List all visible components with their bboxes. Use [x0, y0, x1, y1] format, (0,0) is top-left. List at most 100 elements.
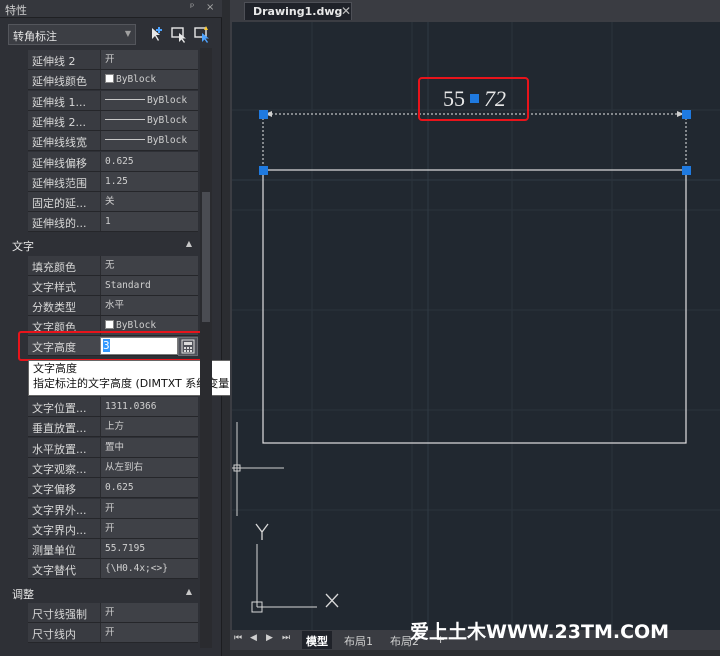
property-value[interactable]: ByBlock [100, 110, 198, 130]
grip-text[interactable] [470, 94, 479, 103]
grip-origin-left[interactable] [259, 166, 268, 175]
property-value[interactable]: ByBlock [100, 131, 198, 151]
property-value[interactable]: 0.625 [100, 478, 198, 498]
object-type-dropdown[interactable]: 转角标注 ▼ [8, 24, 136, 45]
property-row[interactable]: 文字界外... 开 [28, 498, 198, 519]
linetype-sample [105, 118, 145, 120]
property-row[interactable]: 延伸线范围 1.25 [28, 171, 198, 192]
property-key: 延伸线的... [32, 217, 87, 231]
grips[interactable] [259, 94, 691, 175]
select-objects-button[interactable] [169, 24, 189, 44]
color-swatch [105, 74, 114, 84]
properties-panel: 特性 ᵖ × 转角标注 ▼ 延伸线 2 开延伸线颜色 ByBlock 延伸线 1...… [0, 0, 250, 656]
property-row[interactable]: 延伸线颜色 ByBlock [28, 70, 198, 91]
property-row[interactable]: 分数类型 水平 [28, 296, 198, 316]
section-header-adjust[interactable]: 调整 ▲ [6, 584, 200, 602]
property-row[interactable]: 延伸线 2 开 [28, 50, 198, 70]
property-row[interactable]: 延伸线 1... ByBlock [28, 90, 198, 111]
property-value[interactable]: 1311.0366 [100, 397, 198, 416]
property-row[interactable]: 尺寸线强制 开 [28, 603, 198, 623]
property-row[interactable]: 填充颜色 无 [28, 256, 198, 276]
property-value[interactable]: {\H0.4x;<>} [100, 559, 198, 579]
property-row[interactable]: 文字样式 Standard [28, 276, 198, 296]
property-value[interactable]: 开 [100, 50, 198, 69]
property-value[interactable]: 置中 [100, 437, 198, 457]
panel-title: 特性 [5, 4, 27, 17]
property-value[interactable]: ByBlock [100, 90, 198, 110]
scrollbar-thumb[interactable] [202, 192, 210, 322]
property-row[interactable]: 尺寸线内 开 [28, 623, 198, 643]
tab-drawing1[interactable]: Drawing1.dwg ✕ [244, 2, 352, 20]
grip-dimline-left[interactable] [259, 110, 268, 119]
property-row[interactable]: 文字界内... 开 [28, 518, 198, 539]
grip-origin-right[interactable] [682, 166, 691, 175]
close-icon[interactable]: ✕ [341, 4, 351, 18]
property-row[interactable]: 延伸线偏移 0.625 [28, 151, 198, 172]
crosshair-cursor [232, 422, 284, 516]
property-value-text: 开 [105, 502, 115, 514]
property-row[interactable]: 文字位置... 1311.0366 [28, 397, 198, 417]
property-row[interactable]: 文字观察... 从左到右 [28, 457, 198, 478]
property-value-text: 55.7195 [105, 543, 146, 555]
property-value-text: 水平 [105, 300, 125, 311]
nav-prev-icon[interactable]: ◀ [250, 633, 257, 643]
property-value[interactable]: 55.7195 [100, 539, 198, 559]
property-key: 延伸线线宽 [32, 136, 87, 150]
property-value[interactable]: 开 [100, 518, 198, 538]
property-value[interactable]: 上方 [100, 417, 198, 437]
property-value[interactable]: 开 [100, 498, 198, 518]
property-row[interactable]: 文字替代 {\H0.4x;<>} [28, 559, 198, 580]
property-key: 填充颜色 [32, 261, 76, 274]
property-value-text: 置中 [105, 441, 125, 453]
quick-select-icon [194, 26, 209, 43]
property-row[interactable]: 固定的延... 关 [28, 192, 198, 213]
quick-select-button[interactable] [192, 24, 212, 44]
close-icon[interactable]: × [206, 2, 214, 13]
section-header-text[interactable]: 文字 ▲ [6, 236, 200, 254]
property-value-text: ByBlock [147, 114, 188, 126]
property-value[interactable]: 水平 [100, 296, 198, 315]
nav-first-icon[interactable]: ⏮ [234, 633, 242, 643]
property-key: 文字界外... [32, 503, 87, 517]
nav-last-icon[interactable]: ⏭ [282, 633, 290, 643]
property-row[interactable]: 文字偏移 0.625 [28, 478, 198, 499]
scrollbar-track[interactable] [200, 48, 212, 648]
property-row[interactable]: 水平放置... 置中 [28, 437, 198, 458]
property-row[interactable]: 延伸线线宽 ByBlock [28, 131, 198, 152]
property-value-text: ByBlock [147, 94, 188, 106]
property-value[interactable]: 无 [100, 256, 198, 275]
drawing-svg: 55 72 [232, 22, 720, 630]
ucs-icon [251, 523, 339, 613]
property-value[interactable]: 0.625 [100, 151, 198, 171]
property-value[interactable]: 关 [100, 192, 198, 212]
property-key: 垂直放置... [32, 422, 87, 436]
toggle-pickadd-button[interactable] [146, 24, 166, 44]
property-row[interactable]: 延伸线的... 1 [28, 212, 198, 233]
tab-layout1[interactable]: 布局1 [340, 631, 377, 649]
property-key: 分数类型 [32, 301, 76, 314]
grip-dimline-right[interactable] [682, 110, 691, 119]
property-value[interactable]: 开 [100, 623, 198, 642]
property-value[interactable]: 1 [100, 212, 198, 232]
property-key: 延伸线 1... [32, 95, 86, 109]
category-gutter [8, 603, 28, 653]
property-row[interactable]: 测量单位 55.7195 [28, 539, 198, 560]
nav-next-icon[interactable]: ▶ [266, 633, 273, 643]
property-value[interactable]: Standard [100, 276, 198, 295]
category-gutter [8, 50, 28, 233]
property-value[interactable]: 1.25 [100, 171, 198, 191]
property-row[interactable]: 延伸线 2... ByBlock [28, 110, 198, 131]
property-value[interactable]: 从左到右 [100, 457, 198, 477]
tab-model[interactable]: 模型 [302, 631, 332, 649]
drawing-canvas[interactable]: 55 72 [232, 22, 720, 630]
pin-icon[interactable]: ᵖ [190, 2, 194, 13]
rectangle-shape[interactable] [262, 169, 687, 444]
collapse-arrow-icon: ▲ [185, 239, 192, 248]
property-row[interactable]: 垂直放置... 上方 [28, 417, 198, 438]
linetype-sample [105, 98, 145, 100]
property-key: 延伸线 2... [32, 115, 86, 129]
document-tabbar: Drawing1.dwg ✕ [230, 0, 720, 20]
property-value[interactable]: ByBlock [100, 70, 198, 90]
property-value-text: ByBlock [116, 320, 157, 331]
property-value[interactable]: 开 [100, 603, 198, 622]
